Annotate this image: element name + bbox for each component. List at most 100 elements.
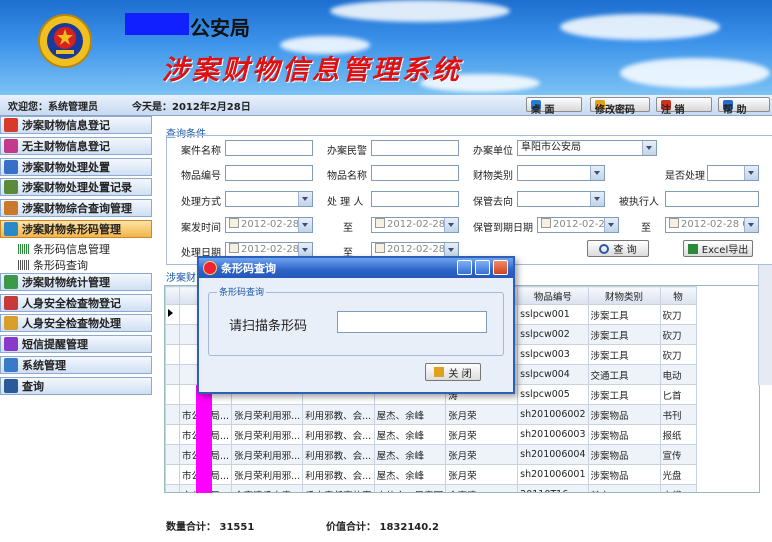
excel-export-button[interactable]: Excel导出 bbox=[683, 240, 753, 257]
table-cell: 电缆 bbox=[659, 484, 697, 492]
table-cell: 书刊 bbox=[659, 404, 697, 425]
officer-label: 办案民警 bbox=[327, 146, 367, 157]
close-window-button[interactable] bbox=[493, 260, 508, 275]
checkbox-icon bbox=[229, 243, 239, 253]
category-label: 财物类别 bbox=[473, 171, 513, 182]
column-header[interactable]: 财物类别 bbox=[587, 286, 661, 305]
method-select[interactable] bbox=[225, 191, 313, 207]
table-cell: sh201006004 bbox=[517, 444, 589, 465]
sidebar-item-label: 人身安全检查物登记 bbox=[22, 296, 121, 310]
table-row[interactable]: 市公安局...张月荣利用邪...利用邪教、会...屋杰、余峰张月荣sh20100… bbox=[165, 404, 697, 425]
sidebar-item[interactable]: 涉案财物信息登记 bbox=[0, 116, 152, 134]
sidebar-item[interactable]: 查询 bbox=[0, 376, 152, 395]
table-scrollbar[interactable] bbox=[758, 265, 772, 385]
menu-icon bbox=[4, 378, 18, 393]
change-password-button[interactable]: 修改密码 bbox=[590, 97, 650, 116]
row-pointer-icon bbox=[168, 309, 173, 317]
column-header[interactable]: 物品编号 bbox=[517, 286, 589, 305]
dialog-titlebar[interactable]: 条形码查询 bbox=[199, 258, 513, 278]
table-cell: 涉案物品 bbox=[587, 444, 661, 465]
desktop-button[interactable]: 桌 面 bbox=[526, 97, 582, 116]
menu-icon bbox=[4, 274, 18, 289]
item-name-input[interactable] bbox=[371, 165, 459, 181]
table-cell: 匕首 bbox=[659, 384, 697, 405]
table-cell bbox=[165, 424, 180, 445]
handler-input[interactable] bbox=[371, 191, 459, 207]
sidebar-item[interactable]: 涉案财物统计管理 bbox=[0, 272, 152, 291]
table-cell: 重大责任事故案 bbox=[302, 484, 375, 492]
org-name: 公安局 bbox=[190, 16, 250, 40]
table-cell: 屋杰、余峰 bbox=[373, 444, 447, 465]
sidebar-sub-barcode-query[interactable]: 条形码查询 bbox=[0, 257, 152, 273]
sidebar-item[interactable]: 系统管理 bbox=[0, 355, 152, 374]
unit-label: 办案单位 bbox=[473, 146, 513, 157]
menu-icon bbox=[4, 357, 18, 372]
table-cell: 申体文、吴章军 bbox=[373, 484, 447, 492]
sidebar-sub-barcode-info[interactable]: 条形码信息管理 bbox=[0, 241, 152, 257]
case-name-input[interactable] bbox=[225, 140, 313, 156]
case-time-to[interactable]: 2012-02-28 04 bbox=[371, 217, 459, 233]
table-cell: 利用邪教、会... bbox=[302, 424, 375, 445]
table-row[interactable]: 市公安局...张月荣利用邪...利用邪教、会...屋杰、余峰张月荣sh20100… bbox=[165, 444, 697, 465]
barcode-icon bbox=[18, 259, 30, 270]
case-time-from[interactable]: 2012-02-28 04 bbox=[225, 217, 313, 233]
header-banner: 公安局 涉案财物信息管理系统 bbox=[0, 0, 772, 95]
sidebar-item[interactable]: 涉案财物处理处置记录 bbox=[0, 178, 152, 197]
expire-from[interactable]: 2012-02-28 04 bbox=[537, 217, 619, 233]
close-button[interactable]: 关 闭 bbox=[425, 363, 481, 381]
column-header[interactable]: 物 bbox=[659, 286, 697, 305]
checkbox-icon bbox=[375, 243, 385, 253]
table-cell: sh201006002 bbox=[517, 404, 589, 425]
item-no-input[interactable] bbox=[225, 165, 313, 181]
table-cell: 屋杰、余峰 bbox=[373, 464, 447, 485]
officer-input[interactable] bbox=[371, 140, 459, 156]
sidebar-item-label: 人身安全检查物处理 bbox=[22, 317, 121, 331]
case-name-label: 案件名称 bbox=[181, 146, 221, 157]
table-cell: 涉案工具 bbox=[587, 344, 661, 365]
processed-select[interactable] bbox=[707, 165, 759, 181]
menu-icon bbox=[4, 159, 18, 174]
sidebar-item[interactable]: 短信提醒管理 bbox=[0, 335, 152, 354]
search-button[interactable]: 查 询 bbox=[587, 240, 649, 257]
sidebar-item[interactable]: 涉案财物处理处置 bbox=[0, 157, 152, 176]
table-cell bbox=[165, 404, 180, 425]
checkbox-icon bbox=[229, 218, 239, 228]
sidebar-item[interactable]: 涉案财物条形码管理 bbox=[0, 219, 152, 238]
category-select[interactable] bbox=[517, 165, 605, 181]
unit-select[interactable]: 阜阳市公安局 bbox=[517, 140, 657, 156]
welcome-text: 欢迎您：系统管理员 bbox=[8, 102, 98, 113]
sidebar-item-label: 短信提醒管理 bbox=[22, 338, 88, 352]
table-row[interactable]: 市公安局...张月荣利用邪...利用邪教、会...屋杰、余峰张月荣sh20100… bbox=[165, 464, 697, 485]
excel-icon bbox=[687, 243, 698, 254]
table-row[interactable]: 市公安局...余家清重大责...重大责任事故案申体文、吴章军余家清20110T1… bbox=[165, 484, 697, 492]
sidebar-item[interactable]: 涉案财物综合查询管理 bbox=[0, 199, 152, 218]
executed-input[interactable] bbox=[665, 191, 759, 207]
sidebar-item-label: 涉案财物综合查询管理 bbox=[22, 202, 132, 216]
processed-label: 是否处理 bbox=[665, 171, 705, 182]
sidebar-item[interactable]: 人身安全检查物登记 bbox=[0, 293, 152, 312]
minimize-button[interactable] bbox=[457, 260, 472, 275]
help-button[interactable]: 帮 助 bbox=[718, 97, 770, 116]
column-header[interactable] bbox=[165, 286, 180, 305]
to-label-2: 至 bbox=[641, 223, 651, 234]
sidebar-item-label: 无主财物信息登记 bbox=[22, 139, 110, 153]
logout-button[interactable]: 注 销 bbox=[656, 97, 712, 116]
expire-to[interactable]: 2012-02-28 04 bbox=[665, 217, 759, 233]
custody-select[interactable] bbox=[517, 191, 605, 207]
table-cell: 涉案物品 bbox=[587, 464, 661, 485]
handler-label: 处 理 人 bbox=[327, 197, 364, 208]
table-cell: 张月荣 bbox=[445, 464, 519, 485]
group-label: 条形码查询 bbox=[217, 285, 267, 298]
row-highlight-marker bbox=[196, 385, 212, 493]
table-row[interactable]: 市公安局...张月荣利用邪...利用邪教、会...屋杰、余峰张月荣sh20100… bbox=[165, 424, 697, 445]
barcode-query-dialog: 条形码查询 条形码查询 请扫描条形码 关 闭 bbox=[197, 256, 515, 394]
table-cell: 交通工具 bbox=[587, 364, 661, 385]
sidebar-item-label: 涉案财物条形码管理 bbox=[22, 222, 121, 236]
sidebar-item[interactable]: 人身安全检查物处理 bbox=[0, 314, 152, 333]
sidebar-item[interactable]: 无主财物信息登记 bbox=[0, 136, 152, 155]
maximize-button[interactable] bbox=[475, 260, 490, 275]
table-cell bbox=[165, 304, 180, 325]
barcode-input[interactable] bbox=[337, 311, 487, 333]
sidebar-item-label: 涉案财物统计管理 bbox=[22, 275, 110, 289]
table-cell: 张月荣 bbox=[445, 404, 519, 425]
